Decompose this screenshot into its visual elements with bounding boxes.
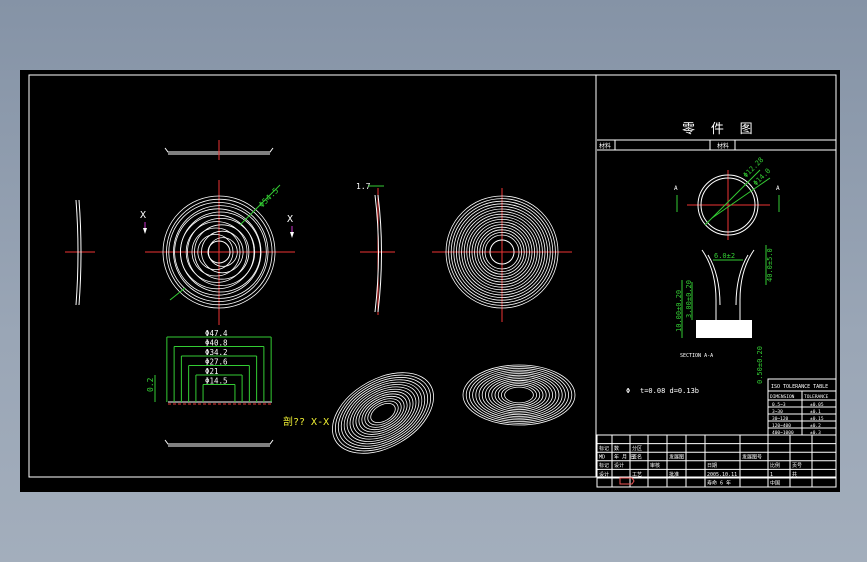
- svg-text:0.50±0.20: 0.50±0.20: [756, 346, 764, 384]
- svg-text:设计: 设计: [599, 471, 609, 478]
- svg-text:页号: 页号: [792, 463, 802, 469]
- svg-text:材料: 材料: [717, 142, 729, 150]
- svg-text:0.2: 0.2: [146, 377, 155, 392]
- svg-text:1: 1: [770, 472, 773, 478]
- svg-text:签名: 签名: [632, 454, 642, 461]
- svg-text:标记: 标记: [599, 462, 609, 469]
- svg-text:X: X: [140, 210, 146, 221]
- svg-text:中国: 中国: [770, 479, 780, 486]
- svg-text:X: X: [287, 214, 293, 225]
- drawing-title: 零 件 图: [682, 122, 757, 137]
- svg-text:2005.10.11: 2005.10.11: [707, 472, 737, 478]
- svg-text:A: A: [776, 185, 780, 192]
- svg-text:数: 数: [614, 445, 619, 452]
- svg-text:10.00±0.20: 10.00±0.20: [675, 290, 683, 332]
- svg-text:比例: 比例: [770, 462, 780, 469]
- svg-text:MD: MD: [599, 455, 605, 461]
- diameter-dim: Φ34.2: [205, 348, 228, 357]
- tolerance-note: t=0.08 d=0.13b: [640, 387, 699, 395]
- svg-text:标记: 标记: [599, 445, 609, 452]
- diameter-dim: Φ21: [205, 367, 219, 376]
- svg-text:3.00±0.20: 3.00±0.20: [685, 280, 693, 318]
- svg-text:6.0±2: 6.0±2: [714, 252, 735, 260]
- svg-text:A: A: [674, 185, 678, 192]
- svg-text:ISO TOLERANCE TABLE: ISO TOLERANCE TABLE: [771, 384, 828, 390]
- svg-text:批准: 批准: [669, 471, 679, 478]
- svg-text:共: 共: [792, 471, 797, 478]
- svg-text:材料: 材料: [599, 142, 611, 150]
- diameter-dim: Φ40.8: [205, 339, 228, 348]
- svg-text:分区: 分区: [632, 445, 642, 452]
- tolerance-note-prefix: Φ: [626, 387, 630, 395]
- svg-text:工艺: 工艺: [632, 472, 642, 478]
- svg-text:发展图号: 发展图号: [742, 454, 762, 461]
- cad-drawing-canvas[interactable]: X X Φ54.5 1.7 0.2 Φ47.4Φ40.8Φ34.2Φ27.6Φ2…: [0, 0, 867, 562]
- section-x-label: 剖?? X-X: [283, 415, 329, 428]
- svg-text:SECTION A-A: SECTION A-A: [680, 353, 713, 359]
- svg-text:40.0±5.0: 40.0±5.0: [766, 248, 774, 282]
- diameter-dim: Φ14.5: [205, 377, 228, 386]
- svg-text:发展图: 发展图: [669, 454, 684, 461]
- svg-text:设计: 设计: [614, 462, 624, 469]
- diameter-dim: Φ47.4: [205, 329, 228, 338]
- svg-text:DIMENSION: DIMENSION: [770, 394, 795, 400]
- svg-text:TOLERANCE: TOLERANCE: [804, 394, 829, 400]
- svg-text:寿命 6 年: 寿命 6 年: [707, 479, 731, 486]
- svg-text:日期: 日期: [707, 463, 717, 469]
- svg-text:审核: 审核: [650, 462, 660, 469]
- diameter-dim: Φ27.6: [205, 358, 228, 367]
